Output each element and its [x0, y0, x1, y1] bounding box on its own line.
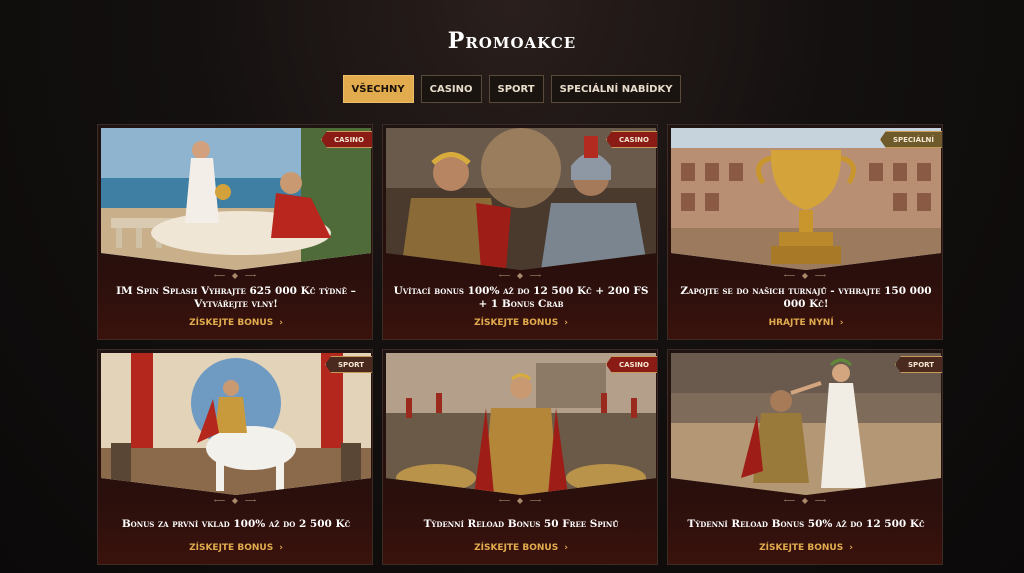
tab-special-offers[interactable]: SPECIÁLNÍ NABÍDKY — [550, 75, 682, 103]
promo-card[interactable]: SPORT ⟵ ◆ ⟶ Týdenní Reload Bonus 50% až … — [667, 349, 943, 565]
tab-sport[interactable]: SPORT — [488, 75, 544, 103]
ornament-divider: ⟵ ◆ ⟶ — [783, 271, 829, 280]
link-label: ZÍSKEJTE BONUS — [759, 543, 844, 553]
tab-all[interactable]: VŠECHNY — [342, 75, 414, 103]
beach-roman-scene-image — [101, 128, 371, 270]
category-badge: CASINO — [320, 131, 372, 148]
promo-title: Zapojte se do našich turnajů - vyhrajte … — [680, 285, 932, 310]
promo-card[interactable]: CASINO ⟵ ◆ ⟶ Uvítací bonus 100% až do 12… — [382, 124, 658, 340]
ornament-divider: ⟵ ◆ ⟶ — [783, 496, 829, 505]
get-bonus-link[interactable]: ZÍSKEJTE BONUS › — [383, 318, 657, 328]
link-label: ZÍSKEJTE BONUS — [474, 318, 559, 328]
get-bonus-link[interactable]: ZÍSKEJTE BONUS › — [98, 543, 372, 553]
link-label: ZÍSKEJTE BONUS — [474, 543, 559, 553]
roman-general-army-image — [386, 353, 656, 495]
page-title: Promoakce — [447, 28, 577, 54]
ornament-divider: ⟵ ◆ ⟶ — [213, 496, 259, 505]
get-bonus-link[interactable]: ZÍSKEJTE BONUS › — [383, 543, 657, 553]
promo-title: IM Spin Splash Vyhrajte 625 000 Kč týdně… — [116, 285, 356, 310]
get-bonus-link[interactable]: ZÍSKEJTE BONUS › — [668, 543, 942, 553]
chevron-right-icon: › — [839, 318, 844, 328]
ornament-divider: ⟵ ◆ ⟶ — [213, 271, 259, 280]
promo-title: Uvítací bonus 100% až do 12 500 Kč + 200… — [393, 285, 649, 310]
two-gladiators-image — [386, 128, 656, 270]
chevron-right-icon: › — [564, 543, 568, 553]
category-tabs: VŠECHNY CASINO SPORT SPECIÁLNÍ NABÍDKY — [0, 75, 1024, 103]
promo-card[interactable]: SPORT ⟵ ◆ ⟶ Bonus za první vklad 100% až… — [97, 349, 373, 565]
category-badge: SPECIÁLNÍ — [879, 131, 942, 148]
chevron-right-icon: › — [849, 543, 853, 553]
golden-trophy-colosseum-image — [671, 128, 941, 270]
gladiator-crowned-arena-image — [671, 353, 941, 495]
promo-card[interactable]: CASINO ⟵ ◆ ⟶ Týdenní Reload Bonus 50 Fre… — [382, 349, 658, 565]
chevron-right-icon: › — [279, 318, 283, 328]
promo-card[interactable]: SPECIÁLNÍ ⟵ ◆ ⟶ Zapojte se do našich tur… — [667, 124, 943, 340]
emperor-on-horse-image — [101, 353, 371, 495]
category-badge: CASINO — [605, 131, 657, 148]
promo-title: Bonus za první vklad 100% až do 2 500 Kč — [121, 518, 351, 530]
chevron-right-icon: › — [279, 543, 283, 553]
category-badge: SPORT — [325, 356, 372, 373]
link-label: ZÍSKEJTE BONUS — [189, 318, 274, 328]
get-bonus-link[interactable]: ZÍSKEJTE BONUS › — [98, 318, 372, 328]
play-now-link[interactable]: HRAJTE NYNÍ › — [668, 318, 942, 328]
ornament-divider: ⟵ ◆ ⟶ — [498, 271, 544, 280]
promo-title: Týdenní Reload Bonus 50 Free Spinů — [423, 518, 619, 530]
link-label: HRAJTE NYNÍ — [768, 318, 834, 328]
tab-casino[interactable]: CASINO — [420, 75, 482, 103]
category-badge: SPORT — [895, 356, 942, 373]
promo-title: Týdenní Reload Bonus 50% až do 12 500 Kč — [687, 518, 925, 530]
promo-card[interactable]: CASINO ⟵ ◆ ⟶ IM Spin Splash Vyhrajte 625… — [97, 124, 373, 340]
chevron-right-icon: › — [564, 318, 568, 328]
promo-grid: CASINO ⟵ ◆ ⟶ IM Spin Splash Vyhrajte 625… — [97, 124, 943, 565]
link-label: ZÍSKEJTE BONUS — [189, 543, 274, 553]
category-badge: CASINO — [605, 356, 657, 373]
ornament-divider: ⟵ ◆ ⟶ — [498, 496, 544, 505]
